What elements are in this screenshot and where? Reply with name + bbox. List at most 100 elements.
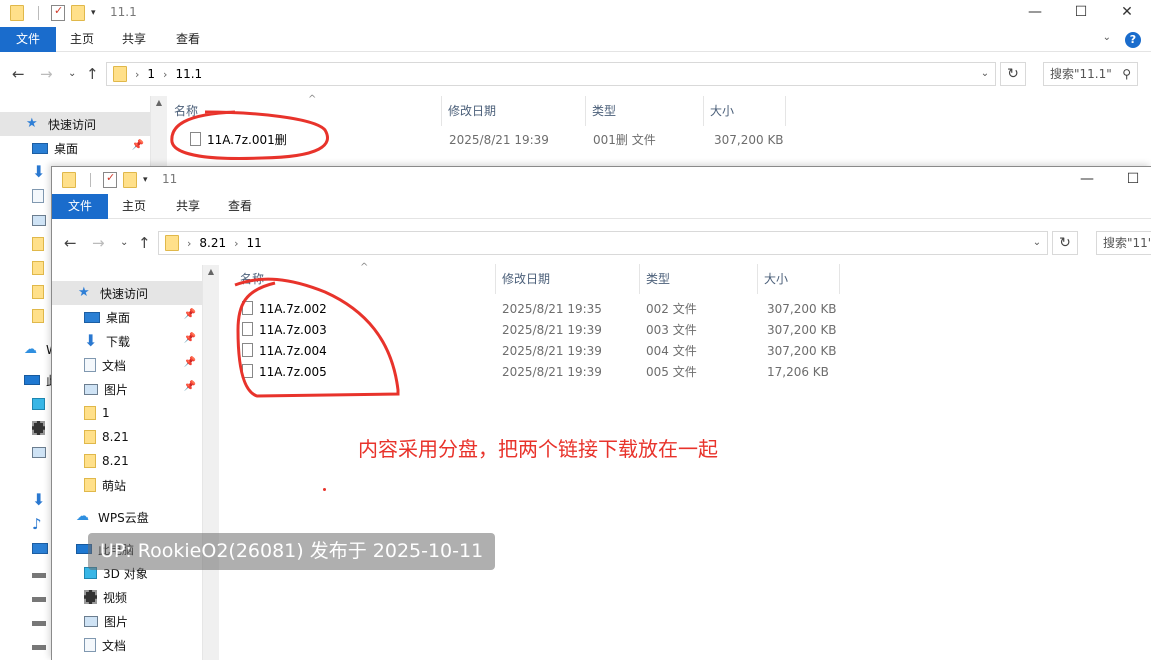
properties-icon[interactable] [51, 4, 65, 21]
pin-icon[interactable]: 📌 [132, 140, 144, 151]
download-icon: ⬇ [32, 162, 46, 181]
breadcrumb-item[interactable]: 11.1 [175, 67, 202, 81]
search-input[interactable]: 搜索"11.1" ⚲ [1043, 62, 1138, 86]
column-type[interactable]: 类型 [586, 96, 704, 126]
front-title-bar: ▾ 11 — ☐ [52, 167, 1151, 193]
folder-icon [84, 454, 96, 468]
drive-icon [32, 596, 46, 602]
file-date: 2025/8/21 19:39 [502, 323, 602, 337]
nav-item[interactable]: 图片 [52, 609, 202, 633]
chevron-down-icon[interactable]: ⌄ [1027, 232, 1047, 254]
file-type: 001删 文件 [593, 133, 656, 147]
scroll-up-icon[interactable]: ▲ [203, 267, 219, 276]
pin-icon[interactable]: 📌 [184, 381, 196, 392]
properties-icon[interactable] [103, 171, 117, 188]
file-name-cell: 11A.7z.002 [242, 299, 327, 320]
pin-icon[interactable]: 📌 [184, 333, 196, 344]
file-row[interactable]: 11A.7z.004 2025/8/21 19:39 004 文件 307,200 K… [220, 341, 1151, 362]
tab-share[interactable]: 共享 [166, 194, 210, 219]
search-placeholder: 搜索"11" [1103, 236, 1151, 250]
nav-item[interactable]: 8.21 [52, 425, 202, 449]
search-input[interactable]: 搜索"11" [1096, 231, 1151, 255]
pin-icon[interactable]: 📌 [184, 357, 196, 368]
nav-item[interactable]: ★ 快速访问 [52, 281, 202, 305]
back-arrow-icon[interactable]: ← [64, 223, 77, 263]
column-type[interactable]: 类型 [640, 264, 758, 294]
minimize-button[interactable]: — [1064, 167, 1110, 191]
maximize-button[interactable]: ☐ [1058, 0, 1104, 24]
nav-item[interactable]: 视频 [52, 585, 202, 609]
column-size[interactable]: 大小 [758, 264, 840, 294]
address-box[interactable]: › 8.21 › 11 ⌄ [158, 231, 1048, 255]
tab-view[interactable]: 查看 [218, 194, 262, 219]
folder-icon [113, 66, 127, 82]
recent-caret-icon[interactable]: ⌄ [68, 54, 76, 94]
up-arrow-icon[interactable]: ↑ [138, 223, 151, 263]
tab-home[interactable]: 主页 [112, 194, 156, 219]
file-size: 17,206 KB [767, 365, 829, 379]
nav-item[interactable]: 8.21 [52, 449, 202, 473]
chevron-down-icon[interactable]: ⌄ [975, 63, 995, 85]
file-name-cell: 11A.7z.001删 [190, 130, 287, 151]
search-placeholder: 搜索"11.1" [1050, 67, 1112, 81]
help-icon[interactable]: ? [1125, 32, 1141, 48]
column-name[interactable]: 名称 [168, 96, 442, 126]
column-date[interactable]: 修改日期 [496, 264, 640, 294]
nav-item[interactable]: 萌站 [52, 473, 202, 497]
address-box[interactable]: › 1 › 11.1 ⌄ [106, 62, 996, 86]
back-arrow-icon[interactable]: ← [12, 54, 25, 94]
nav-item[interactable]: 桌面 📌 [52, 305, 202, 329]
file-name: 11A.7z.001删 [207, 133, 287, 147]
file-type: 005 文件 [646, 365, 697, 379]
customize-caret-icon[interactable]: ▾ [143, 175, 148, 185]
file-row[interactable]: 11A.7z.001删 2025/8/21 19:39 001删 文件 307,… [168, 130, 1151, 151]
recent-caret-icon[interactable]: ⌄ [120, 223, 128, 263]
nav-desktop[interactable]: 桌面 📌 [0, 136, 150, 160]
new-folder-icon[interactable] [123, 172, 137, 188]
breadcrumb-item[interactable]: 11 [247, 236, 262, 250]
column-name[interactable]: 名称 [234, 264, 496, 294]
new-folder-icon[interactable] [71, 5, 85, 21]
file-row[interactable]: 11A.7z.002 2025/8/21 19:35 002 文件 307,200 K… [220, 299, 1151, 320]
nav-item[interactable]: ☁ WPS云盘 [52, 505, 202, 529]
maximize-button[interactable]: ☐ [1110, 167, 1151, 191]
refresh-button[interactable]: ↻ [1052, 231, 1078, 255]
folder-icon[interactable] [62, 172, 76, 188]
scroll-up-icon[interactable]: ▲ [151, 98, 167, 107]
nav-label: 1 [102, 406, 110, 420]
file-row[interactable]: 11A.7z.005 2025/8/21 19:39 005 文件 17,206 KB [220, 362, 1151, 383]
refresh-button[interactable]: ↻ [1000, 62, 1026, 86]
customize-caret-icon[interactable]: ▾ [91, 8, 96, 18]
nav-label: 8.21 [102, 430, 129, 444]
nav-item[interactable]: 1 [52, 401, 202, 425]
forward-arrow-icon[interactable]: → [92, 223, 105, 263]
file-row[interactable]: 11A.7z.003 2025/8/21 19:39 003 文件 307,200 K… [220, 320, 1151, 341]
forward-arrow-icon[interactable]: → [40, 54, 53, 94]
close-button[interactable]: ✕ [1104, 0, 1150, 24]
nav-item[interactable]: ⬇ 下载 📌 [52, 329, 202, 353]
front-explorer-window: ▾ 11 — ☐ 文件 主页 共享 查看 ← → ⌄ ↑ › 8.21 › 11… [51, 166, 1151, 660]
nav-scrollbar[interactable]: ▲ [202, 265, 219, 660]
breadcrumb-item[interactable]: 8.21 [199, 236, 226, 250]
file-date: 2025/8/21 19:39 [449, 133, 549, 147]
tab-view[interactable]: 查看 [166, 27, 210, 52]
nav-item[interactable]: 图片 📌 [52, 377, 202, 401]
tab-share[interactable]: 共享 [112, 27, 156, 52]
pin-icon[interactable]: 📌 [184, 309, 196, 320]
ribbon-expand-icon[interactable]: ⌄ [1103, 32, 1111, 43]
tab-file[interactable]: 文件 [0, 27, 56, 52]
watermark: UP: RookieO2(26081) 发布于 2025-10-11 [88, 533, 496, 570]
tab-file[interactable]: 文件 [52, 194, 108, 219]
tab-home[interactable]: 主页 [60, 27, 104, 52]
breadcrumb-item[interactable]: 1 [147, 67, 155, 81]
up-arrow-icon[interactable]: ↑ [86, 54, 99, 94]
nav-quick-access[interactable]: ★ 快速访问 [0, 112, 150, 136]
back-title-bar: ▾ 11.1 — ☐ ✕ [0, 0, 1151, 26]
minimize-button[interactable]: — [1012, 0, 1058, 24]
folder-icon[interactable] [10, 5, 24, 21]
nav-item[interactable]: 文档 📌 [52, 353, 202, 377]
nav-label: 快速访问 [100, 286, 149, 301]
column-size[interactable]: 大小 [704, 96, 786, 126]
column-date[interactable]: 修改日期 [442, 96, 586, 126]
nav-item[interactable]: 文档 [52, 633, 202, 657]
